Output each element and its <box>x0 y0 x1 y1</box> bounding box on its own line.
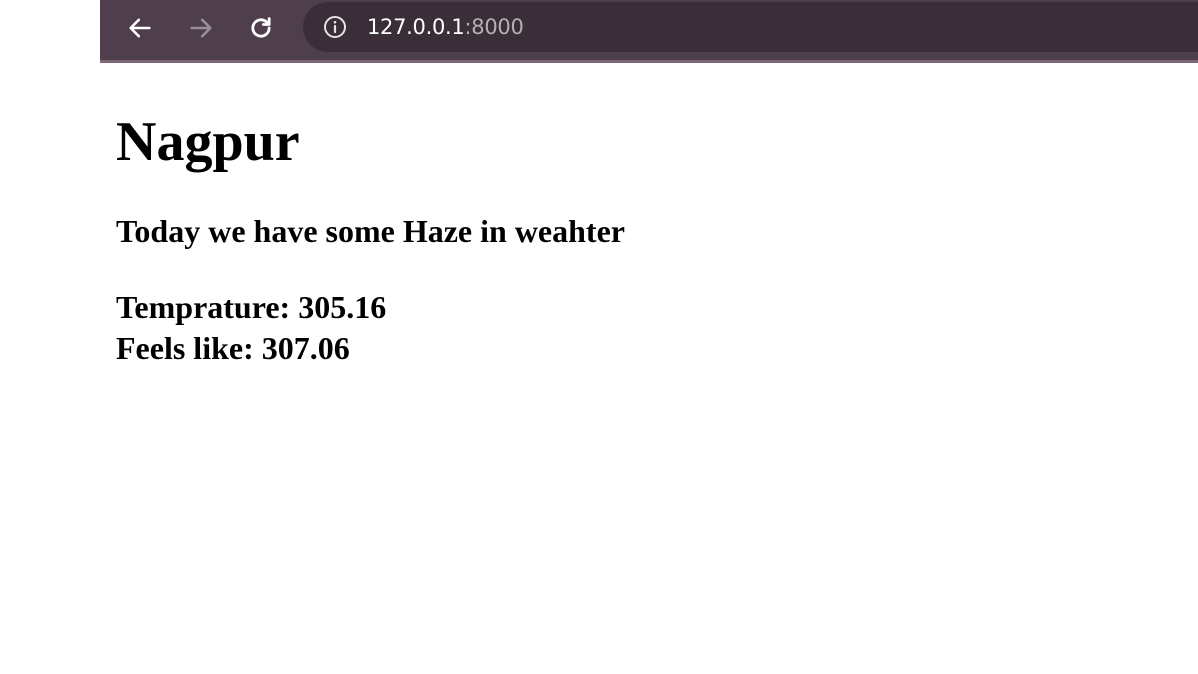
weather-condition: Today we have some Haze in weahter <box>116 213 625 249</box>
browser-toolbar: 127.0.0.1:8000 <box>100 0 1198 63</box>
temperature-value: 305.16 <box>298 289 387 325</box>
url-host: 127.0.0.1 <box>367 15 465 39</box>
address-bar[interactable]: 127.0.0.1:8000 <box>303 2 1198 52</box>
reload-icon <box>251 17 271 38</box>
back-button[interactable] <box>120 10 160 46</box>
arrow-left-icon <box>129 18 151 38</box>
url-port: :8000 <box>464 15 524 39</box>
info-icon[interactable] <box>323 15 347 39</box>
forward-button[interactable] <box>181 10 221 46</box>
city-heading: Nagpur <box>116 111 300 173</box>
browser-window: 127.0.0.1:8000 Nagpur Today we have some… <box>0 0 1198 674</box>
feels-like-line: Feels like: 307.06 <box>116 328 386 369</box>
arrow-right-icon <box>190 18 212 38</box>
weather-readings: Temprature: 305.16 Feels like: 307.06 <box>116 287 386 369</box>
temperature-label: Temprature: <box>116 289 299 325</box>
temperature-line: Temprature: 305.16 <box>116 287 386 328</box>
reload-button[interactable] <box>241 10 281 46</box>
feels-like-label: Feels like: <box>116 330 262 366</box>
feels-like-value: 307.06 <box>261 330 350 366</box>
url-text[interactable]: 127.0.0.1:8000 <box>367 14 524 40</box>
